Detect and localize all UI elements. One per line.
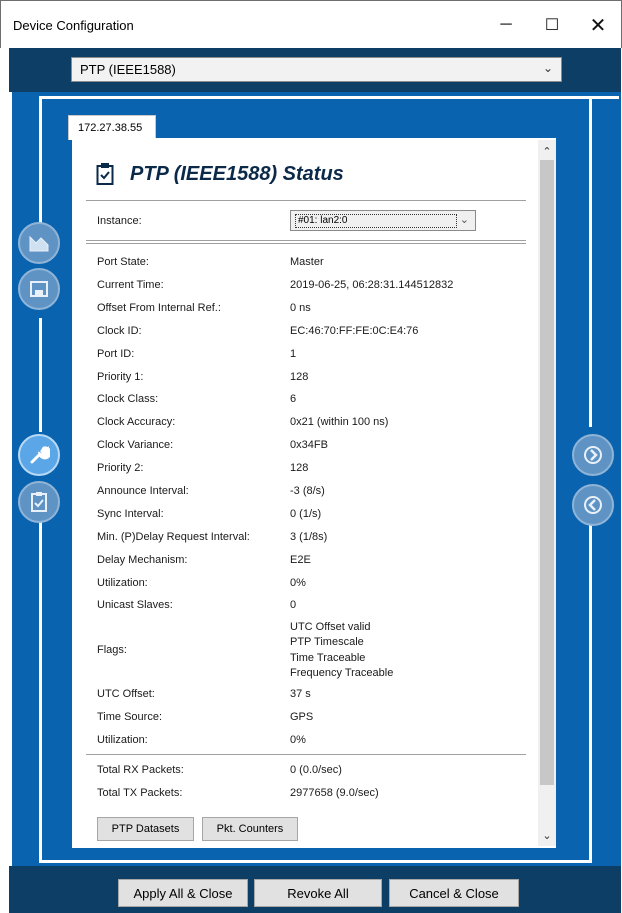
status-row-label: Priority 2: xyxy=(97,462,144,474)
window-titlebar: Device Configuration ─ ☐ ✕ xyxy=(0,0,622,48)
frame-line-right-bottom xyxy=(589,524,592,860)
scroll-thumb[interactable] xyxy=(540,160,554,785)
flag-item: Time Traceable xyxy=(290,651,366,664)
frame-line-left-top xyxy=(39,99,42,225)
frame-line-right-top xyxy=(589,99,592,427)
status-row-value: GPS xyxy=(290,711,314,723)
footer-bar: Apply All & Close Revoke All Cancel & Cl… xyxy=(9,866,621,913)
frame-line-top xyxy=(39,96,619,99)
maximize-button[interactable]: ☐ xyxy=(529,9,575,41)
frame-line-outer-left xyxy=(9,92,12,866)
status-row-label: Current Time: xyxy=(97,279,164,291)
save-icon[interactable] xyxy=(18,268,60,310)
ptp-datasets-button[interactable]: PTP Datasets xyxy=(97,817,194,841)
instance-label: Instance: xyxy=(97,215,142,227)
tab-device-ip[interactable]: 172.27.38.55 xyxy=(68,115,156,140)
status-row-label: Sync Interval: xyxy=(97,508,164,520)
frame-line-bottom xyxy=(39,860,592,863)
status-row-value: 128 xyxy=(290,371,309,383)
flag-item: PTP Timescale xyxy=(290,636,364,649)
status-row-label: Unicast Slaves: xyxy=(97,599,173,611)
status-row-label: Clock ID: xyxy=(97,325,142,337)
flags-label: Flags: xyxy=(97,644,127,656)
status-row-value: Master xyxy=(290,256,324,268)
status-row-value: 3 (1/8s) xyxy=(290,531,328,543)
chevron-down-icon: ⌄ xyxy=(459,214,469,226)
status-row-label: Min. (P)Delay Request Interval: xyxy=(97,531,250,543)
packet-row-label: Total TX Packets: xyxy=(97,787,183,799)
forward-icon[interactable] xyxy=(572,434,614,476)
status-clipboard-icon xyxy=(96,163,114,185)
status-panel: PTP (IEEE1588) Status Instance: #01: lan… xyxy=(72,138,556,848)
status-row-value: 2019-06-25, 06:28:31.144512832 xyxy=(290,279,454,291)
close-button[interactable]: ✕ xyxy=(575,9,621,41)
status-row-value: 0 xyxy=(290,599,297,611)
status-row-value: 0x21 (within 100 ns) xyxy=(290,416,389,428)
chevron-down-icon: ⌄ xyxy=(542,61,553,75)
status-row-value: E2E xyxy=(290,554,311,566)
status-row-label: Port ID: xyxy=(97,348,135,360)
instance-select[interactable]: #01: lan2:0 ⌄ xyxy=(290,210,476,231)
flag-item: UTC Offset valid xyxy=(290,621,371,633)
instance-divider xyxy=(86,240,526,241)
status-row-label: Time Source: xyxy=(97,711,163,723)
packet-row-value: 2977658 (9.0/sec) xyxy=(290,787,379,799)
status-row-label: Offset From Internal Ref.: xyxy=(97,302,221,314)
chart-icon[interactable] xyxy=(18,222,60,264)
status-row-label: Port State: xyxy=(97,256,149,268)
back-icon[interactable] xyxy=(572,484,614,526)
scroll-down-icon[interactable]: ⌄ xyxy=(538,826,556,844)
status-row-value: 0 (1/s) xyxy=(290,508,322,520)
apply-all-close-button[interactable]: Apply All & Close xyxy=(118,879,248,907)
status-row-value: 128 xyxy=(290,462,309,474)
revoke-all-button[interactable]: Revoke All xyxy=(254,879,382,907)
instance-select-value: #01: lan2:0 xyxy=(295,214,457,228)
cancel-close-button[interactable]: Cancel & Close xyxy=(389,879,519,907)
protocol-select-value: PTP (IEEE1588) xyxy=(80,62,176,77)
status-row-label: Clock Class: xyxy=(97,393,159,405)
status-row-label: Priority 1: xyxy=(97,371,144,383)
window-title: Device Configuration xyxy=(13,18,134,33)
status-row-label: Clock Accuracy: xyxy=(97,416,176,428)
packet-row-label: Total RX Packets: xyxy=(97,764,184,776)
status-row-label: Utilization: xyxy=(97,734,148,746)
status-row-label: UTC Offset: xyxy=(97,688,155,700)
minimize-button[interactable]: ─ xyxy=(483,9,529,41)
packets-divider xyxy=(86,754,526,755)
status-row-value: 1 xyxy=(290,348,297,360)
status-row-label: Announce Interval: xyxy=(97,485,189,497)
protocol-select[interactable]: PTP (IEEE1588) ⌄ xyxy=(71,57,562,82)
panel-title: PTP (IEEE1588) Status xyxy=(130,163,344,185)
status-row-value: EC:46:70:FF:FE:0C:E4:76 xyxy=(290,325,419,337)
status-row-label: Utilization: xyxy=(97,577,148,589)
frame-line-left-bottom xyxy=(39,522,42,862)
flag-item: Frequency Traceable xyxy=(290,666,394,679)
status-row-label: Delay Mechanism: xyxy=(97,554,188,566)
clipboard-icon[interactable] xyxy=(18,481,60,523)
packet-row-value: 0 (0.0/sec) xyxy=(290,764,342,776)
status-row-value: 0 ns xyxy=(290,302,311,314)
status-row-value: 37 s xyxy=(290,688,311,700)
instance-divider-2 xyxy=(86,243,526,244)
status-row-value: 0% xyxy=(290,734,306,746)
frame-line-left-mid xyxy=(39,318,42,432)
panel-scrollbar[interactable]: ⌃ ⌄ xyxy=(538,140,556,846)
status-row-value: 6 xyxy=(290,393,297,405)
status-row-label: Clock Variance: xyxy=(97,439,174,451)
status-row-value: 0x34FB xyxy=(290,439,328,451)
scroll-up-icon[interactable]: ⌃ xyxy=(538,142,556,160)
protocol-bar: PTP (IEEE1588) ⌄ xyxy=(9,48,621,92)
pkt-counters-button[interactable]: Pkt. Counters xyxy=(202,817,298,841)
status-row-value: -3 (8/s) xyxy=(290,485,325,497)
wrench-icon[interactable] xyxy=(18,434,60,476)
title-divider xyxy=(86,200,526,201)
status-row-value: 0% xyxy=(290,577,306,589)
